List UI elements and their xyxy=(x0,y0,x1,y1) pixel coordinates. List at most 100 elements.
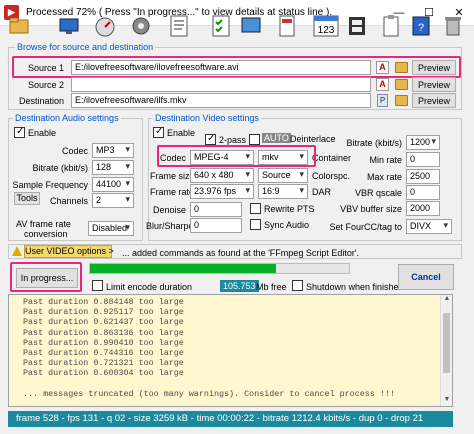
monitor-icon[interactable] xyxy=(58,13,80,39)
fourcc-select[interactable]: DIVX xyxy=(406,219,452,234)
cancel-button[interactable]: Cancel xyxy=(398,264,454,290)
log-line: ... messages truncated (too many warning… xyxy=(23,388,395,399)
destination-label: Destination xyxy=(18,96,64,106)
two-pass-checkbox[interactable] xyxy=(205,133,216,145)
status-line: frame 528 - fps 131 - q 02 - size 3259 k… xyxy=(8,411,453,427)
checklist-icon[interactable] xyxy=(210,13,232,39)
open-folder-icon[interactable] xyxy=(395,79,408,90)
max-rate-field[interactable]: 2500 xyxy=(406,169,440,184)
log-scrollbar[interactable]: ▲ ▼ xyxy=(440,295,452,406)
shutdown-checkbox[interactable] xyxy=(292,280,303,291)
tools-button[interactable]: Tools xyxy=(14,192,40,205)
calendar-badge: 123 xyxy=(318,25,335,36)
recycle-bin-icon[interactable] xyxy=(442,13,464,39)
log-line: Past duration 0.744316 too large xyxy=(23,348,184,359)
destination-field[interactable]: E:/ilovefreesoftware/ilfs.mkv xyxy=(71,93,371,108)
auto-checkbox[interactable] xyxy=(249,134,260,145)
film-strip-icon[interactable] xyxy=(346,13,368,39)
limit-encode-label: Limit encode duration xyxy=(106,282,193,292)
source1-highlight xyxy=(12,56,461,78)
user-video-options-button[interactable]: User VIDEO options > xyxy=(24,245,114,258)
monitor-blue-icon[interactable] xyxy=(240,13,262,39)
min-rate-field[interactable]: 0 xyxy=(406,152,440,167)
log-line: Past duration 0.925117 too large xyxy=(23,307,184,318)
vbr-qscale-field[interactable]: 0 xyxy=(406,185,440,200)
video-group-title: Destination Video settings xyxy=(153,113,261,123)
av-frame-select[interactable]: Disabled xyxy=(88,221,134,236)
svg-text:?: ? xyxy=(418,22,424,34)
audio-group-title: Destination Audio settings xyxy=(13,113,121,123)
log-line: Past duration 0.863136 too large xyxy=(23,327,184,338)
vbr-qscale-label: VBR qscale xyxy=(354,188,402,198)
audio-enable-checkbox[interactable] xyxy=(14,126,25,138)
max-rate-label: Max rate xyxy=(366,172,402,182)
shutdown-label: Shutdown when finished xyxy=(306,282,404,292)
open-folder-icon[interactable] xyxy=(395,95,408,106)
rewrite-pts-checkbox[interactable] xyxy=(250,203,261,214)
scroll-down-icon[interactable]: ▼ xyxy=(441,396,452,406)
aspect-select[interactable]: 16:9 xyxy=(258,184,308,199)
toolbar: 123 ? xyxy=(0,13,474,41)
log-line: Past duration 0.884148 too large xyxy=(23,297,184,307)
in-progress-highlight xyxy=(10,262,82,292)
video-enable-checkbox[interactable] xyxy=(153,126,164,138)
audio-enable-label: Enable xyxy=(28,128,57,138)
frame-size-select[interactable]: 640 x 480 xyxy=(190,168,254,183)
log-panel[interactable]: Past duration 0.884148 too large Past dur… xyxy=(8,294,453,407)
clipboard-icon[interactable] xyxy=(380,13,402,39)
source2-label: Source 2 xyxy=(27,80,64,90)
frame-size-label: Frame size xyxy=(150,171,195,181)
progress-bar-fill xyxy=(90,264,277,273)
gauge-icon[interactable] xyxy=(94,13,116,39)
fourcc-label: Set FourCC/tag to xyxy=(329,222,402,232)
open-folder-icon[interactable] xyxy=(8,13,30,39)
preview-button-3[interactable]: Preview xyxy=(412,93,456,108)
vbv-buffer-field[interactable]: 2000 xyxy=(406,201,440,216)
log-line: Past duration 0.600304 too large xyxy=(23,368,184,379)
scroll-up-icon[interactable]: ▲ xyxy=(441,295,452,305)
dar-label: DAR xyxy=(312,187,332,197)
frame-rate-label: Frame rate xyxy=(150,187,195,197)
denoise-label: Denoise xyxy=(152,205,186,215)
channels-select[interactable]: 2 xyxy=(92,193,134,208)
denoise-field[interactable]: 0 xyxy=(190,202,242,217)
blur-sharpen-label: Blur/Sharpen xyxy=(146,221,199,231)
limit-encode-checkbox[interactable] xyxy=(92,280,103,291)
help-book-icon[interactable]: ? xyxy=(410,13,432,39)
sync-audio-checkbox[interactable] xyxy=(250,219,261,230)
calendar-123-icon[interactable]: 123 xyxy=(312,13,340,39)
mb-free-value: 105.753 xyxy=(220,280,259,292)
script-icon[interactable] xyxy=(168,13,190,39)
sample-frequency-label: Sample Frequency xyxy=(12,180,88,190)
two-pass-label: 2-pass xyxy=(219,135,247,145)
settings-gear-icon[interactable] xyxy=(130,13,152,39)
vbv-buffer-label: VBV buffer size xyxy=(340,204,402,214)
codec-highlight xyxy=(157,145,316,167)
progress-bar xyxy=(89,263,350,274)
source2-field[interactable] xyxy=(71,77,371,92)
document-icon[interactable] xyxy=(276,13,298,39)
scroll-thumb[interactable] xyxy=(443,313,450,373)
preview-button-2[interactable]: Preview xyxy=(412,77,456,92)
warning-icon xyxy=(12,246,22,256)
video-bitrate-label: Bitrate (kbit/s) xyxy=(346,138,402,148)
audio-bitrate-label: Bitrate (kbit/s) xyxy=(32,163,88,173)
frame-rate-select[interactable]: 23.976 fps xyxy=(190,184,254,199)
log-line: Past duration 0.990410 too large xyxy=(23,337,184,348)
audio-codec-select[interactable]: MP3 xyxy=(92,143,134,158)
av-frame-label-line2: conversion xyxy=(24,229,68,239)
deinterlace-label: Deinterlace xyxy=(290,134,336,144)
video-bitrate-select[interactable]: 1200 xyxy=(406,135,440,150)
auto-badge: AUTO xyxy=(262,133,291,143)
rewrite-pts-label: Rewrite PTS xyxy=(264,204,315,214)
frame-size-source-select[interactable]: Source xyxy=(258,168,308,183)
sample-frequency-select[interactable]: 44100 xyxy=(92,177,134,192)
sync-audio-label: Sync Audio xyxy=(264,220,310,230)
log-lines: Past duration 0.884148 too large Past dur… xyxy=(9,295,452,399)
blur-sharpen-field[interactable]: 0 xyxy=(190,218,242,233)
audio-codec-label: Codec xyxy=(61,146,88,156)
audio-bitrate-select[interactable]: 128 xyxy=(92,160,134,175)
log-line: Past duration 0.721321 too large xyxy=(23,358,184,369)
font-a-icon[interactable]: A xyxy=(376,78,389,91)
properties-p-icon[interactable]: P xyxy=(377,94,388,107)
